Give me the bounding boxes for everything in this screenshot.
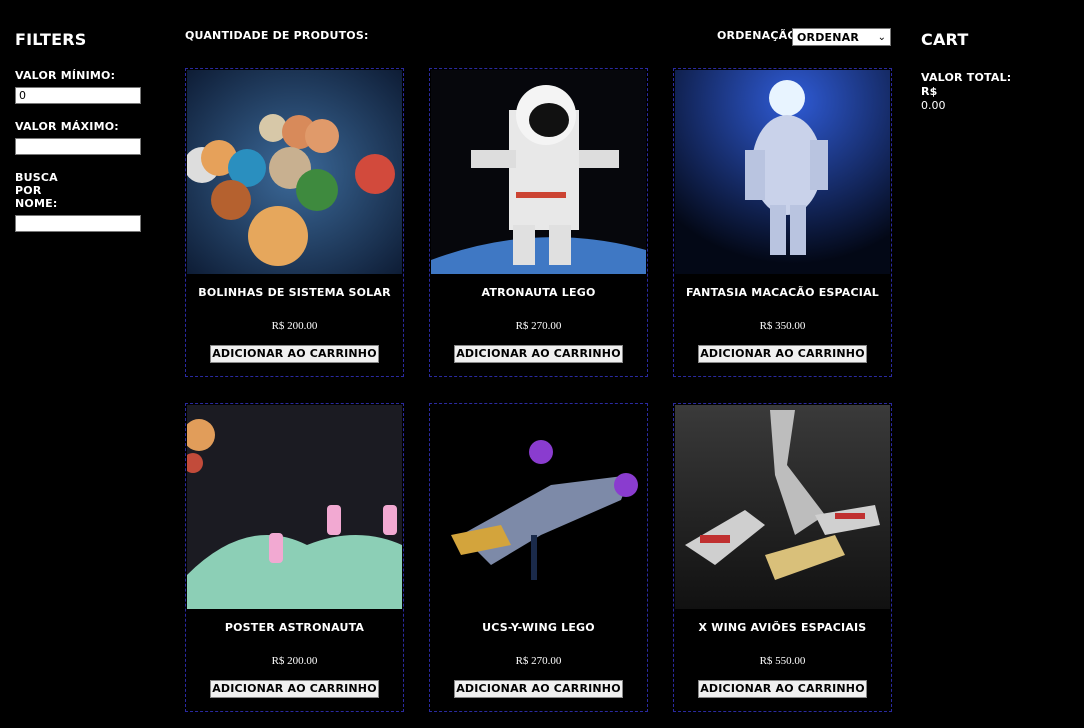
product-price: R$ 200.00	[271, 320, 318, 332]
product-image-astronaut-poster	[187, 405, 402, 609]
add-to-cart-button[interactable]: Adicionar ao carrinho	[454, 680, 623, 698]
product-image-planet-balls	[187, 70, 402, 274]
name-search-label: Busca por nome:	[15, 171, 58, 210]
filters-panel: Filters Valor mínimo: Valor máximo: Busc…	[15, 30, 145, 248]
product-card: Fantasia Macacão Espacial R$ 350.00 Adic…	[673, 68, 892, 377]
product-price: R$ 270.00	[515, 320, 562, 332]
cart-total-label: Valor total: R$	[921, 71, 1012, 98]
cart-panel: Cart Valor total: R$ 0.00	[921, 30, 1031, 113]
order-select[interactable]: Ordenar ⌄	[792, 28, 891, 46]
product-card: X Wing Aviões Espaciais R$ 550.00 Adicio…	[673, 403, 892, 712]
product-price: R$ 550.00	[759, 655, 806, 667]
product-image-x-wing-ships	[675, 405, 890, 609]
cart-total-value: 0.00	[921, 99, 946, 112]
product-name: X Wing Aviões Espaciais	[698, 621, 867, 634]
product-name: Poster Astronauta	[224, 621, 365, 634]
product-image-astronaut-costume	[675, 70, 890, 274]
add-to-cart-button[interactable]: Adicionar ao carrinho	[454, 345, 623, 363]
product-name: Bolinhas de Sistema Solar	[198, 286, 391, 299]
product-price: R$ 270.00	[515, 655, 562, 667]
add-to-cart-button[interactable]: Adicionar ao carrinho	[698, 345, 867, 363]
product-image-y-wing-lego	[431, 405, 646, 609]
product-image-lego-astronaut	[431, 70, 646, 274]
product-card: Bolinhas de Sistema Solar R$ 200.00 Adic…	[185, 68, 404, 377]
product-card: UCS-Y-Wing Lego R$ 270.00 Adicionar ao c…	[429, 403, 648, 712]
filters-title: Filters	[15, 30, 87, 49]
product-price: R$ 200.00	[271, 655, 318, 667]
product-quantity-label: Quantidade de produtos:	[185, 29, 369, 42]
max-value-label: Valor máximo:	[15, 120, 119, 133]
product-card: Poster Astronauta R$ 200.00 Adicionar ao…	[185, 403, 404, 712]
order-label: Ordenação:	[717, 29, 802, 42]
add-to-cart-button[interactable]: Adicionar ao carrinho	[210, 680, 379, 698]
max-value-input[interactable]	[15, 138, 141, 155]
name-search-input[interactable]	[15, 215, 141, 232]
product-price: R$ 350.00	[759, 320, 806, 332]
product-card: Atronauta Lego R$ 270.00 Adicionar ao ca…	[429, 68, 648, 377]
order-selected-value: Ordenar	[797, 30, 860, 44]
product-name: UCS-Y-Wing Lego	[482, 621, 595, 634]
add-to-cart-button[interactable]: Adicionar ao carrinho	[698, 680, 867, 698]
min-value-label: Valor mínimo:	[15, 69, 116, 82]
min-value-input[interactable]	[15, 87, 141, 104]
chevron-down-icon: ⌄	[877, 31, 886, 43]
add-to-cart-button[interactable]: Adicionar ao carrinho	[210, 345, 379, 363]
product-name: Atronauta Lego	[481, 286, 596, 299]
cart-title: Cart	[921, 30, 969, 49]
product-name: Fantasia Macacão Espacial	[686, 286, 879, 299]
